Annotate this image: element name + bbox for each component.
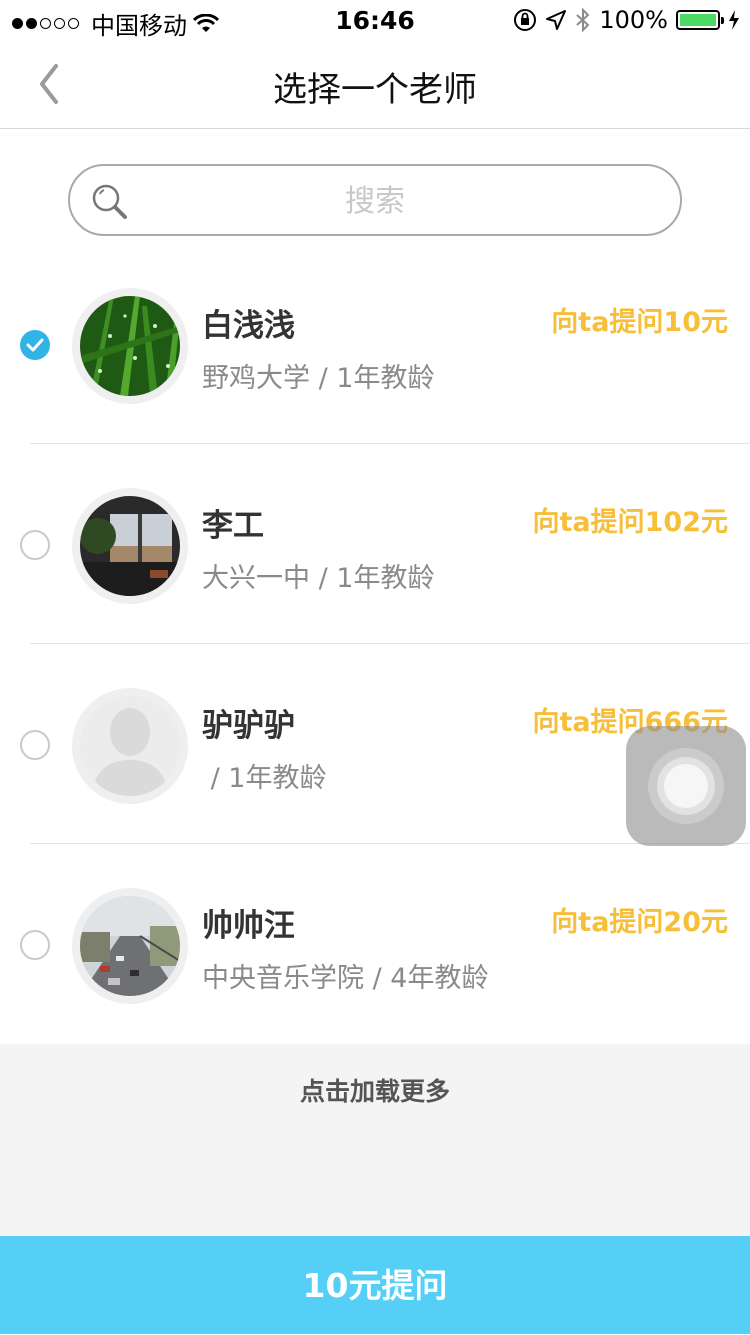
selected-check-icon[interactable] — [20, 330, 50, 360]
default-person-avatar — [80, 696, 180, 796]
grass-photo-avatar — [80, 296, 180, 396]
nav-bar: 选择一个老师 — [0, 40, 750, 129]
ask-question-button[interactable]: 10元提问 — [0, 1236, 750, 1334]
orientation-lock-icon — [514, 9, 537, 31]
avatar — [72, 488, 188, 604]
battery-icon — [676, 10, 724, 30]
list-item[interactable]: 白浅浅 野鸡大学 / 1年教龄 向ta提问10元 — [0, 244, 750, 444]
load-more-button[interactable]: 点击加载更多 — [0, 1072, 750, 1108]
teacher-price: 向ta提问20元 — [551, 907, 728, 938]
assistive-touch-button[interactable] — [626, 726, 746, 846]
charging-bolt-icon — [729, 10, 739, 30]
teacher-name: 帅帅汪 — [202, 908, 295, 944]
teacher-name: 驴驴驴 — [202, 708, 295, 744]
teacher-price: 向ta提问10元 — [551, 307, 728, 338]
teacher-price: 向ta提问102元 — [532, 507, 729, 538]
list-item[interactable]: 李工 大兴一中 / 1年教龄 向ta提问102元 — [0, 444, 750, 644]
load-more-area: 点击加载更多 — [0, 1044, 750, 1236]
avatar — [72, 288, 188, 404]
avatar — [72, 688, 188, 804]
teacher-info: 野鸡大学 / 1年教龄 — [202, 363, 435, 394]
radio-unchecked[interactable] — [20, 730, 50, 760]
teacher-info: 中央音乐学院 / 4年教龄 — [202, 963, 489, 994]
radio-unchecked[interactable] — [20, 930, 50, 960]
street-photo-avatar — [80, 896, 180, 996]
teacher-name: 李工 — [202, 508, 264, 544]
status-bar: 中国移动 16:46 100% — [0, 0, 750, 40]
bluetooth-icon — [576, 8, 590, 32]
teacher-info: / 1年教龄 — [202, 763, 327, 794]
radio-unchecked[interactable] — [20, 530, 50, 560]
location-arrow-icon — [546, 10, 567, 30]
status-right: 100% — [513, 6, 740, 34]
teacher-name: 白浅浅 — [202, 308, 295, 344]
list-item[interactable]: 帅帅汪 中央音乐学院 / 4年教龄 向ta提问20元 — [0, 844, 750, 1044]
search-input[interactable] — [150, 166, 600, 236]
battery-percent: 100% — [599, 6, 668, 34]
avatar — [72, 888, 188, 1004]
page-title: 选择一个老师 — [273, 70, 477, 110]
search-icon — [92, 184, 127, 219]
search-box[interactable] — [68, 164, 682, 236]
window-photo-avatar — [80, 496, 180, 596]
teacher-info: 大兴一中 / 1年教龄 — [202, 563, 435, 594]
